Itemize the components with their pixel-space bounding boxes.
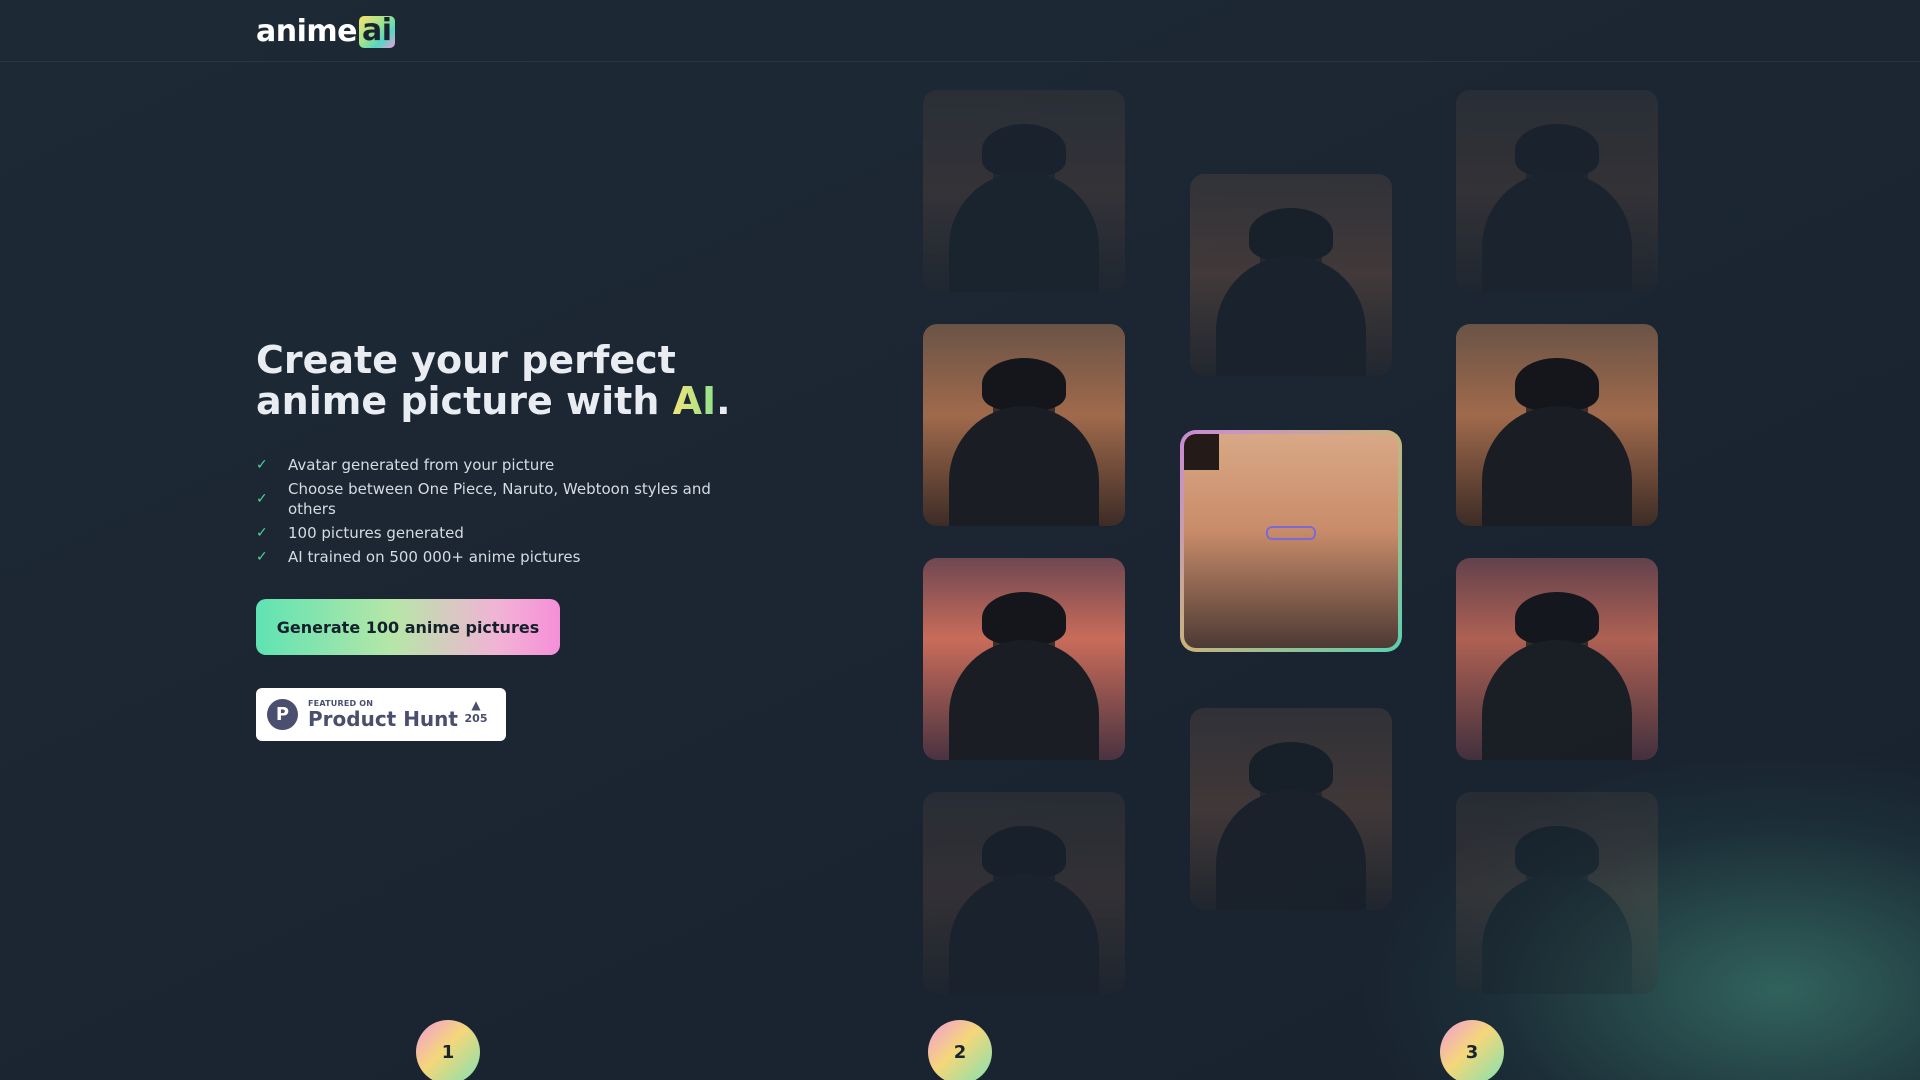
- portrait-body: [1482, 406, 1632, 526]
- gallery-image: [923, 558, 1125, 760]
- portrait-hair: [1249, 742, 1333, 794]
- product-hunt-badge[interactable]: P FEATURED ON Product Hunt ▲ 205: [256, 688, 506, 741]
- portrait-body: [1482, 874, 1632, 994]
- portrait-body: [1482, 640, 1632, 760]
- hero-title-suffix: .: [716, 379, 731, 423]
- feature-list: ✓ Avatar generated from your picture ✓ C…: [256, 455, 736, 571]
- gallery-image: [923, 90, 1125, 292]
- feature-text: 100 pictures generated: [288, 524, 464, 542]
- portrait-body: [1482, 172, 1632, 292]
- portrait-hair: [982, 124, 1066, 176]
- hero-title-highlight: AI: [672, 379, 717, 423]
- check-icon: ✓: [256, 491, 268, 507]
- gallery-image: [1456, 90, 1658, 292]
- feature-item: ✓ Choose between One Piece, Naruto, Webt…: [256, 479, 736, 519]
- check-icon: ✓: [256, 549, 268, 565]
- feature-item: ✓ 100 pictures generated: [256, 523, 736, 543]
- step-badge-1: 1: [416, 1020, 480, 1080]
- navbar: anime ai: [0, 0, 1920, 62]
- portrait-hair: [982, 592, 1066, 644]
- source-photo: [1180, 430, 1402, 652]
- portrait-body: [949, 640, 1099, 760]
- check-icon: ✓: [256, 457, 268, 473]
- feature-text: Choose between One Piece, Naruto, Webtoo…: [288, 480, 711, 518]
- portrait-body: [949, 874, 1099, 994]
- generate-button[interactable]: Generate 100 anime pictures: [256, 599, 560, 655]
- upvote-arrow-icon: ▲: [471, 698, 481, 712]
- gallery-image: [1190, 174, 1392, 376]
- product-hunt-votes: ▲ 205: [462, 698, 490, 725]
- gallery-image: [1456, 792, 1658, 994]
- portrait-hair: [1515, 826, 1599, 878]
- gallery-image: [923, 324, 1125, 526]
- portrait-body: [1216, 790, 1366, 910]
- hero-title-line2: anime picture with: [256, 379, 673, 423]
- gallery-image: [1190, 708, 1392, 910]
- product-hunt-logo-icon: P: [267, 699, 298, 730]
- logo-ai-badge: ai: [359, 15, 395, 48]
- logo[interactable]: anime ai: [256, 14, 395, 49]
- portrait-hair: [982, 358, 1066, 410]
- logo-word: anime: [256, 14, 358, 49]
- portrait-body: [949, 406, 1099, 526]
- hero-title-line1: Create your perfect: [256, 338, 676, 382]
- portrait-body: [949, 172, 1099, 292]
- feature-text: Avatar generated from your picture: [288, 456, 555, 474]
- source-photo-image: [1184, 434, 1398, 648]
- portrait-body: [1216, 256, 1366, 376]
- portrait-hair: [1515, 592, 1599, 644]
- product-hunt-vote-count: 205: [464, 712, 488, 725]
- hero-title: Create your perfect anime picture with A…: [256, 340, 816, 422]
- product-hunt-name: Product Hunt: [308, 707, 458, 731]
- feature-item: ✓ AI trained on 500 000+ anime pictures: [256, 547, 736, 567]
- gallery-image: [1456, 324, 1658, 526]
- feature-text: AI trained on 500 000+ anime pictures: [288, 548, 581, 566]
- step-badge-3: 3: [1440, 1020, 1504, 1080]
- step-badge-2: 2: [928, 1020, 992, 1080]
- glasses-icon: [1266, 526, 1316, 540]
- feature-item: ✓ Avatar generated from your picture: [256, 455, 736, 475]
- check-icon: ✓: [256, 525, 268, 541]
- portrait-hair: [1184, 434, 1219, 470]
- portrait-hair: [1515, 124, 1599, 176]
- portrait-hair: [982, 826, 1066, 878]
- portrait-hair: [1515, 358, 1599, 410]
- gallery-image: [1456, 558, 1658, 760]
- portrait-hair: [1249, 208, 1333, 260]
- product-hunt-text: FEATURED ON Product Hunt: [308, 699, 458, 730]
- gallery-image: [923, 792, 1125, 994]
